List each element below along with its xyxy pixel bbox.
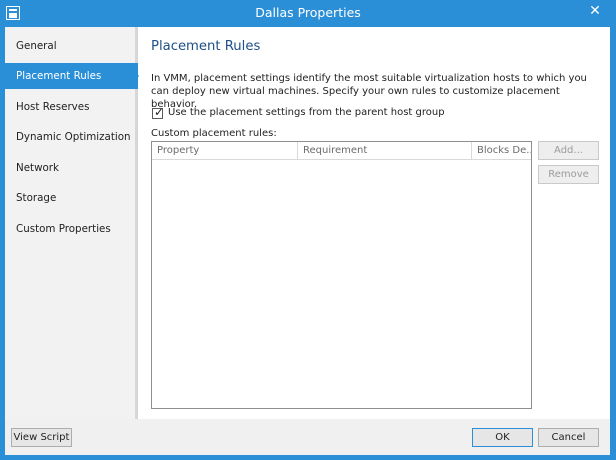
sidebar-item-general[interactable]: General (5, 33, 138, 59)
column-header-requirement[interactable]: Requirement (298, 142, 472, 160)
dialog-footer: View Script OK Cancel (5, 419, 610, 455)
sidebar-item-custom-properties[interactable]: Custom Properties (5, 216, 138, 242)
table-header: Property Requirement Blocks De... (152, 142, 531, 160)
page-title: Placement Rules (151, 39, 261, 54)
checkmark-icon: ✓ (154, 105, 165, 119)
description-text: In VMM, placement settings identify the … (151, 73, 587, 110)
column-header-property[interactable]: Property (152, 142, 298, 160)
cancel-button[interactable]: Cancel (538, 428, 599, 447)
title-bar: Dallas Properties ✕ (0, 0, 616, 27)
parent-settings-label[interactable]: Use the placement settings from the pare… (168, 107, 445, 118)
remove-button[interactable]: Remove (538, 165, 599, 184)
sidebar-item-dynamic-optimization[interactable]: Dynamic Optimization (5, 124, 138, 150)
sidebar: General Placement Rules Host Reserves Dy… (5, 27, 139, 419)
sidebar-item-storage[interactable]: Storage (5, 185, 138, 211)
column-header-blocks-deployment[interactable]: Blocks De... (472, 142, 531, 160)
window-title: Dallas Properties (255, 5, 361, 20)
close-icon[interactable]: ✕ (580, 1, 610, 21)
sidebar-item-network[interactable]: Network (5, 155, 138, 181)
custom-rules-table[interactable]: Property Requirement Blocks De... (151, 141, 532, 409)
main-content: Placement Rules In VMM, placement settin… (151, 27, 607, 419)
sidebar-item-host-reserves[interactable]: Host Reserves (5, 94, 138, 120)
add-button[interactable]: Add... (538, 141, 599, 160)
sidebar-item-placement-rules[interactable]: Placement Rules (5, 63, 139, 89)
custom-rules-label: Custom placement rules: (151, 128, 277, 139)
properties-window: Dallas Properties ✕ General Placement Ru… (0, 0, 616, 460)
view-script-button[interactable]: View Script (11, 428, 72, 447)
dialog-client-area: General Placement Rules Host Reserves Dy… (5, 27, 610, 455)
ok-button[interactable]: OK (472, 428, 533, 447)
parent-settings-checkbox[interactable]: ✓ (152, 105, 165, 119)
